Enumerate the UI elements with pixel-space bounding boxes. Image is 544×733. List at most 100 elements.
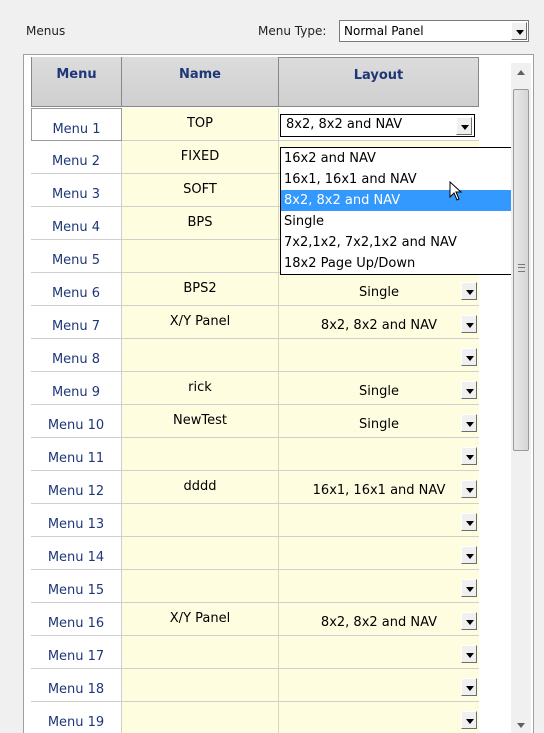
name-cell[interactable]: rick <box>122 372 279 405</box>
table-row[interactable]: Menu 10 NewTest Single <box>31 405 479 438</box>
layout-value: Single <box>359 384 399 399</box>
table-row[interactable]: Menu 19 <box>31 702 479 733</box>
dropdown-arrow-icon[interactable] <box>461 546 477 564</box>
dropdown-option[interactable]: 8x2, 8x2 and NAV <box>281 190 512 211</box>
menu-cell[interactable]: Menu 17 <box>31 636 122 669</box>
menu-cell[interactable]: Menu 10 <box>31 405 122 438</box>
scroll-thumb[interactable] <box>513 89 529 451</box>
dropdown-option[interactable]: 7x2,1x2, 7x2,1x2 and NAV <box>281 232 512 253</box>
layout-cell[interactable]: Single <box>279 273 479 306</box>
name-cell[interactable]: X/Y Panel <box>122 306 279 339</box>
name-cell[interactable]: SOFT <box>122 174 279 207</box>
name-cell[interactable]: X/Y Panel <box>122 603 279 636</box>
table-row[interactable]: Menu 14 <box>31 537 479 570</box>
layout-cell[interactable]: 8x2, 8x2 and NAV <box>279 603 479 636</box>
menu-cell[interactable]: Menu 13 <box>31 504 122 537</box>
dropdown-arrow-icon[interactable] <box>461 513 477 531</box>
menu-cell[interactable]: Menu 1 <box>31 108 122 141</box>
dropdown-arrow-icon[interactable] <box>461 579 477 597</box>
scroll-down-icon[interactable] <box>511 716 531 733</box>
dropdown-arrow-icon[interactable] <box>461 645 477 663</box>
table-row[interactable]: Menu 18 <box>31 669 479 702</box>
dropdown-arrow-icon[interactable] <box>461 315 477 333</box>
menu-cell[interactable]: Menu 2 <box>31 141 122 174</box>
name-cell[interactable] <box>122 570 279 603</box>
name-cell[interactable] <box>122 537 279 570</box>
table-row[interactable]: Menu 6 BPS2 Single <box>31 273 479 306</box>
layout-cell[interactable] <box>279 504 479 537</box>
layout-cell[interactable] <box>279 636 479 669</box>
table-row[interactable]: Menu 15 <box>31 570 479 603</box>
dropdown-option[interactable]: 16x1, 16x1 and NAV <box>281 169 512 190</box>
name-cell[interactable] <box>122 669 279 702</box>
layout-cell[interactable]: 8x2, 8x2 and NAV <box>279 108 479 141</box>
dropdown-option[interactable]: 18x2 Page Up/Down <box>281 253 512 274</box>
layout-cell[interactable] <box>279 570 479 603</box>
name-cell[interactable] <box>122 339 279 372</box>
menu-cell[interactable]: Menu 18 <box>31 669 122 702</box>
layout-cell[interactable]: 16x1, 16x1 and NAV <box>279 471 479 504</box>
dropdown-arrow-icon[interactable] <box>456 117 472 135</box>
dropdown-arrow-icon[interactable] <box>461 414 477 432</box>
column-header-menu[interactable]: Menu <box>31 57 122 107</box>
menu-type-select[interactable]: Normal Panel <box>339 20 529 42</box>
column-header-name[interactable]: Name <box>122 57 279 107</box>
layout-cell[interactable] <box>279 438 479 471</box>
name-cell[interactable] <box>122 702 279 733</box>
table-row[interactable]: Menu 8 <box>31 339 479 372</box>
scroll-up-icon[interactable] <box>511 63 531 81</box>
name-cell[interactable]: BPS2 <box>122 273 279 306</box>
dropdown-option[interactable]: 16x2 and NAV <box>281 148 512 169</box>
name-cell[interactable] <box>122 636 279 669</box>
table-row[interactable]: Menu 13 <box>31 504 479 537</box>
layout-cell[interactable]: Single <box>279 372 479 405</box>
name-cell[interactable]: NewTest <box>122 405 279 438</box>
table-row[interactable]: Menu 11 <box>31 438 479 471</box>
menu-cell[interactable]: Menu 14 <box>31 537 122 570</box>
name-cell[interactable]: FIXED <box>122 141 279 174</box>
menu-cell[interactable]: Menu 4 <box>31 207 122 240</box>
dropdown-arrow-icon[interactable] <box>461 282 477 300</box>
menu-cell[interactable]: Menu 3 <box>31 174 122 207</box>
menu-cell[interactable]: Menu 19 <box>31 702 122 733</box>
menu-cell[interactable]: Menu 5 <box>31 240 122 273</box>
menu-cell[interactable]: Menu 15 <box>31 570 122 603</box>
name-cell[interactable] <box>122 504 279 537</box>
menu-cell[interactable]: Menu 11 <box>31 438 122 471</box>
menu-cell[interactable]: Menu 16 <box>31 603 122 636</box>
table-row[interactable]: Menu 12 dddd 16x1, 16x1 and NAV <box>31 471 479 504</box>
dropdown-arrow-icon[interactable] <box>461 480 477 498</box>
layout-cell[interactable] <box>279 669 479 702</box>
name-cell[interactable]: TOP <box>122 108 279 141</box>
layout-cell[interactable] <box>279 537 479 570</box>
table-row[interactable]: Menu 1 TOP 8x2, 8x2 and NAV <box>31 108 479 141</box>
menu-cell[interactable]: Menu 12 <box>31 471 122 504</box>
layout-cell[interactable] <box>279 702 479 733</box>
menu-cell[interactable]: Menu 8 <box>31 339 122 372</box>
dropdown-arrow-icon[interactable] <box>461 381 477 399</box>
layout-combo-editor[interactable]: 8x2, 8x2 and NAV <box>280 114 475 137</box>
layout-cell[interactable] <box>279 339 479 372</box>
table-row[interactable]: Menu 17 <box>31 636 479 669</box>
dropdown-arrow-icon[interactable] <box>461 711 477 729</box>
column-header-layout[interactable]: Layout <box>279 57 479 107</box>
menu-cell[interactable]: Menu 7 <box>31 306 122 339</box>
vertical-scrollbar[interactable] <box>511 63 531 733</box>
table-row[interactable]: Menu 16 X/Y Panel 8x2, 8x2 and NAV <box>31 603 479 636</box>
table-row[interactable]: Menu 9 rick Single <box>31 372 479 405</box>
layout-cell[interactable]: 8x2, 8x2 and NAV <box>279 306 479 339</box>
dropdown-arrow-icon[interactable] <box>461 678 477 696</box>
name-cell[interactable] <box>122 438 279 471</box>
table-row[interactable]: Menu 7 X/Y Panel 8x2, 8x2 and NAV <box>31 306 479 339</box>
name-cell[interactable]: BPS <box>122 207 279 240</box>
menu-cell[interactable]: Menu 6 <box>31 273 122 306</box>
name-cell[interactable] <box>122 240 279 273</box>
menu-cell[interactable]: Menu 9 <box>31 372 122 405</box>
dropdown-option[interactable]: Single <box>281 211 512 232</box>
name-cell[interactable]: dddd <box>122 471 279 504</box>
layout-cell[interactable]: Single <box>279 405 479 438</box>
dropdown-arrow-icon[interactable] <box>461 348 477 366</box>
dropdown-arrow-icon[interactable] <box>461 447 477 465</box>
dropdown-arrow-icon[interactable] <box>461 612 477 630</box>
dropdown-arrow-icon[interactable] <box>511 22 527 40</box>
